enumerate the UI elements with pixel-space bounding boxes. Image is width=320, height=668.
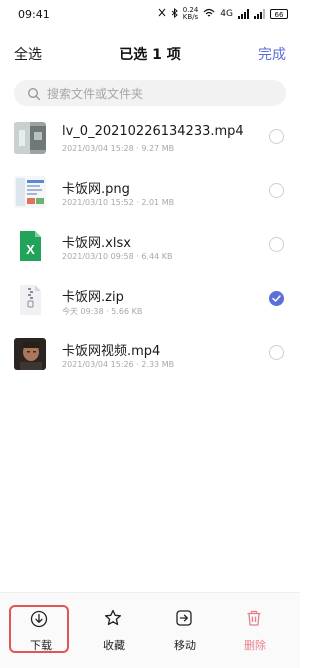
download-button[interactable]: 下载 <box>9 605 69 653</box>
file-meta: 2021/03/04 15:28 · 9.27 MB <box>62 144 175 153</box>
wifi-icon <box>203 8 215 21</box>
select-checkbox[interactable] <box>269 237 284 252</box>
download-label: 下载 <box>30 639 52 652</box>
video-thumb-icon <box>14 122 46 154</box>
checkmark-icon <box>272 295 281 302</box>
move-button[interactable]: 移动 <box>155 605 215 653</box>
move-icon <box>176 610 192 626</box>
excel-icon: X <box>14 230 46 262</box>
delete-label: 删除 <box>244 639 266 652</box>
done-button[interactable]: 完成 <box>258 44 286 64</box>
file-name: 卡饭网.zip <box>62 290 124 305</box>
selection-header: 全选 已选 1 项 完成 <box>0 38 300 66</box>
file-name: lv_0_20210226134233.mp4 <box>62 124 244 139</box>
file-row[interactable]: 卡饭网.zip 今天 09:38 · 5.66 KB <box>0 278 300 332</box>
file-name: 卡饭网.png <box>62 182 130 197</box>
battery-icon: 66 <box>270 9 288 19</box>
search-placeholder: 搜索文件或文件夹 <box>47 86 144 101</box>
file-name: 卡饭网.xlsx <box>62 236 131 251</box>
download-icon <box>30 610 48 628</box>
page-title: 已选 1 项 <box>119 47 181 63</box>
star-icon <box>104 609 122 626</box>
select-checkbox[interactable] <box>269 129 284 144</box>
bluetooth-icon <box>171 7 178 21</box>
file-row[interactable]: 卡饭网.png 2021/03/10 15:52 · 2.01 MB <box>0 170 300 224</box>
favorite-label: 收藏 <box>103 639 125 652</box>
file-row[interactable]: 卡饭网视频.mp4 2021/03/04 15:26 · 2.33 MB <box>0 332 300 386</box>
file-meta: 今天 09:38 · 5.66 KB <box>62 307 143 316</box>
svg-text:X: X <box>26 242 35 257</box>
select-checkbox[interactable] <box>269 183 284 198</box>
status-bar: 09:41 0.24 KB/s 4G 66 <box>0 0 300 28</box>
file-meta: 2021/03/10 09:58 · 6.44 KB <box>62 252 173 261</box>
network-speed: 0.24 KB/s <box>183 7 199 21</box>
network-speed-unit: KB/s <box>182 13 199 21</box>
nfc-icon <box>158 8 166 20</box>
delete-button[interactable]: 删除 <box>225 605 285 653</box>
file-meta: 2021/03/04 15:26 · 2.33 MB <box>62 360 175 369</box>
file-row[interactable]: X 卡饭网.xlsx 2021/03/10 09:58 · 6.44 KB <box>0 224 300 278</box>
select-checkbox-checked[interactable] <box>269 291 284 306</box>
image-thumb-icon <box>14 176 46 208</box>
file-row[interactable]: lv_0_20210226134233.mp4 2021/03/04 15:28… <box>0 116 300 170</box>
status-time: 09:41 <box>18 8 50 21</box>
zip-icon <box>14 284 46 316</box>
search-icon <box>27 86 41 101</box>
select-checkbox[interactable] <box>269 345 284 360</box>
file-meta: 2021/03/10 15:52 · 2.01 MB <box>62 198 175 207</box>
video-thumb-icon <box>14 338 46 370</box>
bottom-action-bar: 下载 收藏 移动 删除 <box>0 592 300 668</box>
search-input[interactable]: 搜索文件或文件夹 <box>14 80 286 106</box>
file-name: 卡饭网视频.mp4 <box>62 344 161 359</box>
status-icons: 0.24 KB/s 4G 66 <box>158 7 288 21</box>
trash-icon <box>247 610 261 626</box>
signal-icon-2 <box>254 9 265 19</box>
favorite-button[interactable]: 收藏 <box>84 605 144 653</box>
file-list: lv_0_20210226134233.mp4 2021/03/04 15:28… <box>0 116 300 386</box>
network-type: 4G <box>220 9 233 19</box>
move-label: 移动 <box>174 639 196 652</box>
signal-icon <box>238 9 249 19</box>
